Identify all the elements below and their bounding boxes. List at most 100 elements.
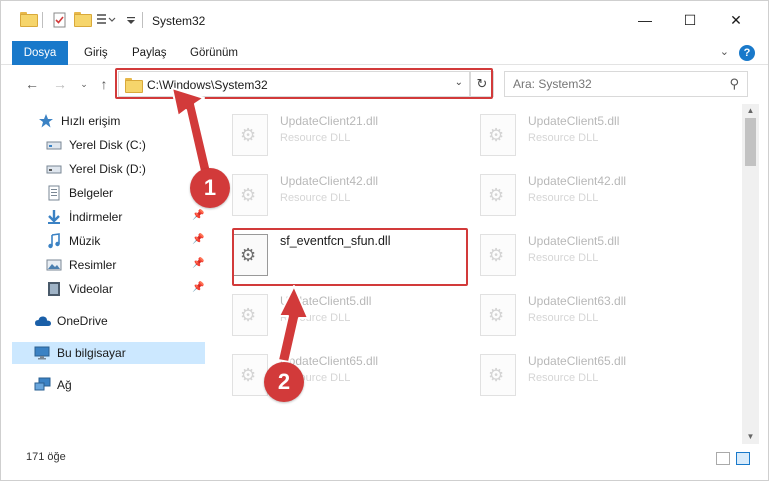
star-icon [38,113,54,129]
details-view-icon[interactable] [716,452,730,465]
scroll-down-icon[interactable]: ▼ [742,430,759,444]
file-name: UpdateClient65.dll [528,354,627,368]
dll-file-icon [232,174,268,216]
dll-file-icon [480,114,516,156]
step-1-badge: 1 [190,168,230,208]
dll-file-icon [232,354,268,396]
minimize-button[interactable]: — [622,0,668,40]
file-tile[interactable]: UpdateClient5.dll Resource DLL [458,228,688,284]
address-highlight-box [115,68,493,99]
vertical-scrollbar[interactable]: ▲ ▼ [742,104,759,444]
sidebar-item-label: Ağ [57,378,72,392]
sidebar-item-label: Yerel Disk (C:) [69,138,146,152]
item-count: 171 öğe [26,451,66,463]
dll-file-icon [480,294,516,336]
file-tile[interactable]: UpdateClient63.dll Resource DLL [458,288,688,344]
tab-file[interactable]: Dosya [12,41,68,65]
step-2-badge: 2 [264,362,304,402]
drive-icon [46,137,62,153]
file-tile[interactable]: UpdateClient42.dll Resource DLL [458,168,688,224]
back-arrow-icon[interactable]: ← [22,74,42,94]
sidebar-item-label: Bu bilgisayar [57,346,126,360]
new-folder-icon[interactable] [74,12,92,27]
status-bar: 171 öğe [0,446,769,471]
sidebar-item-label: İndirmeler [69,210,123,224]
tab-share[interactable]: Paylaş [132,41,167,65]
folder-icon [20,12,38,27]
file-name: UpdateClient42.dll [280,174,379,188]
file-type: Resource DLL [280,192,351,204]
title-separator [142,12,143,28]
cloud-icon [34,313,51,329]
file-type: Resource DLL [280,132,351,144]
file-tile[interactable]: UpdateClient65.dll Resource DLL [458,348,688,404]
help-icon[interactable]: ? [739,45,755,61]
navigation-pane: Hızlı erişim Yerel Disk (C:) Yerel Disk … [0,104,208,444]
pin-icon[interactable]: 📌 [192,234,204,245]
scrollbar-thumb[interactable] [745,118,756,166]
file-type: Resource DLL [528,252,599,264]
search-icon[interactable]: ⚲ [729,76,739,92]
sidebar-item-label: Videolar [69,282,113,296]
dll-file-icon [480,354,516,396]
sidebar-item-label: Yerel Disk (D:) [69,162,146,176]
forward-arrow-icon[interactable]: → [50,74,70,94]
sidebar-item-onedrive[interactable]: OneDrive [34,310,239,332]
tab-view[interactable]: Görünüm [190,41,238,65]
sidebar-item-this-pc[interactable]: Bu bilgisayar [12,342,205,364]
window-title: System32 [152,14,206,28]
chevron-down-icon[interactable]: ⌄ [720,45,729,58]
pictures-icon [46,257,62,273]
large-icons-view-icon[interactable] [736,452,750,465]
pin-icon[interactable]: 📌 [192,210,204,221]
close-button[interactable]: ✕ [713,0,759,40]
file-name: UpdateClient5.dll [528,114,620,128]
file-name: UpdateClient21.dll [280,114,379,128]
file-type: Resource DLL [528,312,599,324]
file-tile[interactable]: UpdateClient5.dll Resource DLL [458,108,688,164]
download-icon [46,209,62,225]
up-arrow-icon[interactable]: ↑ [94,74,114,94]
dll-file-icon [232,294,268,336]
file-type: Resource DLL [280,312,351,324]
drive-icon [46,161,62,177]
quick-access-separator [42,12,43,28]
ribbon-tabs: Dosya Giriş Paylaş Görünüm ⌄ ? [0,41,769,65]
file-tile[interactable]: UpdateClient65.dll Resource DLL [210,348,440,404]
customize-toolbar-icon[interactable] [96,12,118,28]
pin-icon[interactable]: 📌 [192,258,204,269]
file-tile[interactable]: UpdateClient42.dll Resource DLL [210,168,440,224]
scroll-up-icon[interactable]: ▲ [742,104,759,118]
file-type: Resource DLL [528,192,599,204]
music-icon [46,233,62,249]
search-box[interactable]: ⚲ [504,71,748,97]
file-name: UpdateClient42.dll [528,174,627,188]
file-type: Resource DLL [528,372,599,384]
maximize-button[interactable]: ☐ [667,0,713,40]
dll-file-icon [480,234,516,276]
search-input[interactable] [513,76,713,92]
file-name: UpdateClient63.dll [528,294,627,308]
properties-icon[interactable] [52,12,68,28]
sidebar-item-label: Resimler [69,258,117,272]
recent-locations-icon[interactable]: ⌄ [74,74,94,94]
title-bar: System32 — ☐ ✕ [0,0,769,40]
sidebar-item-label: Müzik [69,234,101,248]
dll-file-icon [480,174,516,216]
sidebar-item-label: OneDrive [57,314,108,328]
file-type: Resource DLL [528,132,599,144]
videos-icon [46,281,62,297]
file-tile[interactable]: UpdateClient5.dll Resource DLL [210,288,440,344]
dll-file-icon [232,114,268,156]
documents-icon [46,185,62,201]
pin-icon[interactable]: 📌 [192,282,204,293]
tab-home[interactable]: Giriş [84,41,108,65]
file-name: UpdateClient5.dll [280,294,372,308]
sidebar-item-label: Hızlı erişim [61,114,121,128]
dropdown-arrow-icon[interactable] [126,12,136,28]
sidebar-item-network[interactable]: Ağ [34,374,239,396]
computer-icon [34,345,50,361]
file-highlight-box [232,228,468,286]
sidebar-item-label: Belgeler [69,186,114,200]
file-tile[interactable]: UpdateClient21.dll Resource DLL [210,108,440,164]
